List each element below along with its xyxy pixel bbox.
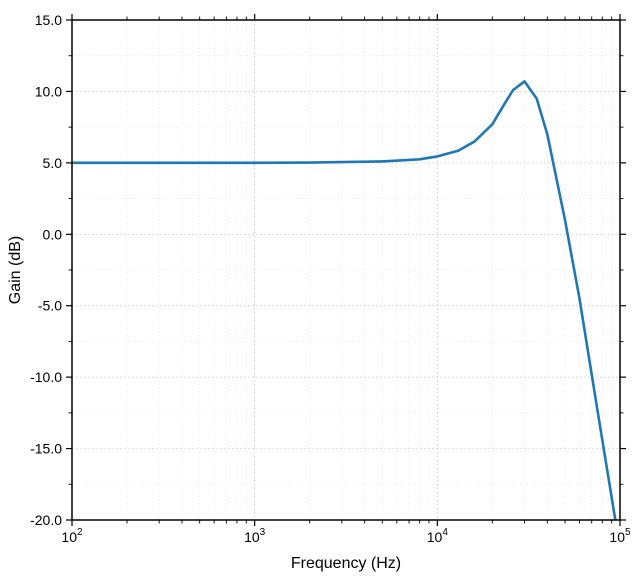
- y-tick-label: -5.0: [38, 298, 62, 314]
- y-tick-label: 15.0: [35, 12, 62, 28]
- y-tick-label: -20.0: [30, 512, 62, 528]
- y-tick-label: 0.0: [43, 226, 63, 242]
- y-tick-label: -10.0: [30, 369, 62, 385]
- y-tick-label: -15.0: [30, 441, 62, 457]
- x-tick-label: 103: [244, 527, 266, 545]
- x-axis-label: Frequency (Hz): [291, 555, 401, 572]
- y-tick-label: 5.0: [43, 155, 63, 171]
- data-line: [72, 81, 620, 548]
- y-tick-label: 10.0: [35, 83, 62, 99]
- x-tick-label: 104: [427, 527, 449, 545]
- x-tick-label: 102: [61, 527, 83, 545]
- line-chart: 102 103 104 105 -20.0 -15.0 -10.0 -5.0 0.0 5.0 10.…: [0, 0, 640, 584]
- x-tick-label: 105: [609, 527, 631, 545]
- y-axis-label: Gain (dB): [7, 236, 24, 304]
- chart-container: 102 103 104 105 -20.0 -15.0 -10.0 -5.0 0.0 5.0 10.…: [0, 0, 640, 584]
